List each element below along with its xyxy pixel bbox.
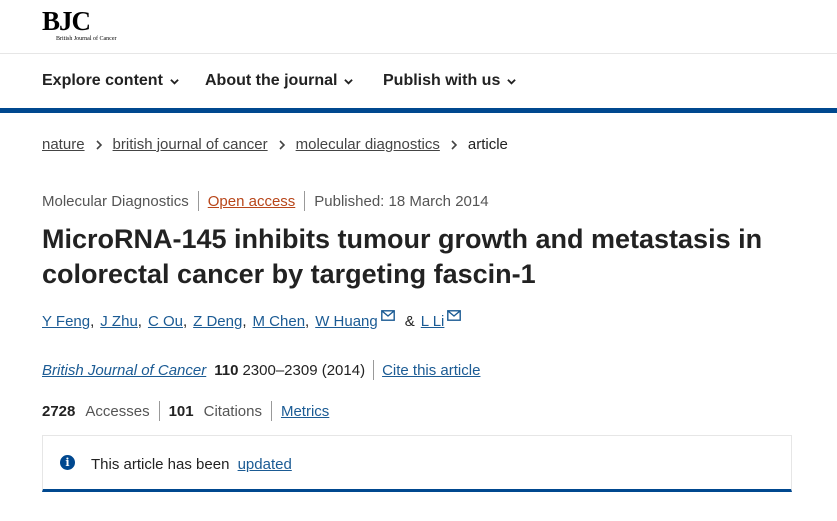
nav-label: About the journal: [205, 72, 338, 89]
logo-text: BJC: [42, 6, 91, 36]
notice-text: This article has been: [91, 456, 230, 473]
nav-divider: [0, 108, 837, 113]
cite-this-article-link[interactable]: Cite this article: [382, 362, 480, 379]
breadcrumb-link-journal[interactable]: british journal of cancer: [113, 136, 268, 153]
chevron-down-icon: [344, 78, 354, 85]
article-meta: Molecular Diagnostics Open access Publis…: [42, 191, 489, 211]
metrics-link[interactable]: Metrics: [281, 403, 329, 420]
open-access-link[interactable]: Open access: [208, 193, 296, 210]
breadcrumb-current: article: [467, 136, 508, 153]
divider: [373, 360, 375, 380]
separator: ,: [305, 313, 310, 330]
author-link[interactable]: L Li: [421, 313, 445, 330]
citations-count: 101: [168, 402, 194, 420]
journal-logo[interactable]: BJC British Journal of Cancer: [42, 6, 117, 43]
divider: [304, 191, 306, 211]
article-section: Molecular Diagnostics: [42, 192, 189, 210]
separator: ,: [242, 313, 247, 330]
chevron-right-icon: [279, 139, 285, 150]
journal-link[interactable]: British Journal of Cancer: [42, 362, 206, 379]
nav-label: Explore content: [42, 72, 163, 89]
nav-label: Publish with us: [383, 72, 501, 89]
citation-line: British Journal of Cancer 110 2300–2309 …: [42, 360, 480, 380]
author-link[interactable]: Y Feng: [42, 313, 90, 330]
published-date: Published: 18 March 2014: [314, 192, 489, 210]
author-link[interactable]: C Ou: [148, 313, 183, 330]
accesses-label: Accesses: [85, 402, 150, 420]
separator: ,: [90, 313, 95, 330]
chevron-down-icon: [507, 78, 517, 85]
separator: ,: [137, 313, 142, 330]
citations-label: Citations: [203, 402, 262, 420]
chevron-down-icon: [170, 78, 179, 85]
update-notice: i This article has been updated: [42, 435, 792, 492]
article-metrics: 2728 Accesses 101 Citations Metrics: [42, 401, 329, 421]
mail-icon[interactable]: [380, 310, 395, 321]
volume: 110: [214, 361, 239, 379]
author-link[interactable]: W Huang: [315, 313, 378, 330]
author-list: Y Feng, J Zhu, C Ou, Z Deng, M Chen, W H…: [42, 310, 462, 330]
author-link[interactable]: M Chen: [253, 313, 306, 330]
pages-year: 2300–2309 (2014): [242, 361, 366, 379]
breadcrumb-link-nature[interactable]: nature: [42, 136, 85, 153]
divider: [270, 401, 272, 421]
logo-subtitle: British Journal of Cancer: [56, 36, 117, 42]
nav-publish-with-us[interactable]: Publish with us: [383, 72, 517, 90]
separator: ,: [182, 313, 188, 330]
article-title: MicroRNA-145 inhibits tumour growth and …: [42, 224, 763, 289]
nav-explore-content[interactable]: Explore content: [42, 72, 179, 90]
updated-link[interactable]: updated: [238, 456, 292, 473]
info-icon: i: [60, 455, 75, 470]
divider: [158, 401, 160, 421]
author-link[interactable]: Z Deng: [193, 313, 242, 330]
nav-about-journal[interactable]: About the journal: [205, 72, 354, 90]
accesses-count: 2728: [42, 402, 76, 420]
breadcrumb: nature british journal of cancer molecul…: [42, 136, 508, 153]
author-link[interactable]: J Zhu: [100, 313, 138, 330]
main-nav: Explore content About the journal Publis…: [0, 54, 837, 108]
chevron-right-icon: [451, 139, 458, 150]
breadcrumb-link-section[interactable]: molecular diagnostics: [296, 136, 440, 153]
chevron-right-icon: [95, 139, 102, 150]
site-header: BJC British Journal of Cancer: [0, 0, 837, 54]
author-conjunction: &: [404, 313, 415, 330]
notice-message: This article has been updated: [91, 456, 292, 473]
divider: [197, 191, 199, 211]
mail-icon[interactable]: [447, 310, 462, 321]
